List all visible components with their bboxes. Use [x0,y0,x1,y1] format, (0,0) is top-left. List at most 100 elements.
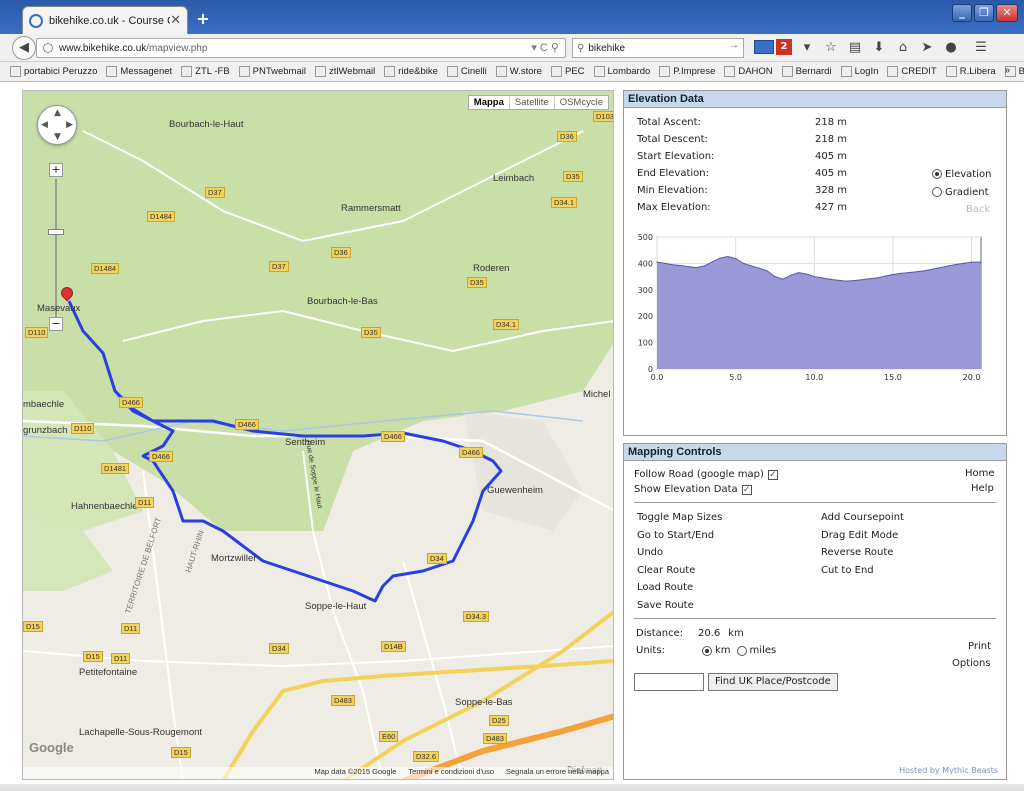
radio-gradient-circle[interactable] [932,187,942,197]
action-toggle-map-sizes[interactable]: Toggle Map Sizes [637,512,722,523]
stat-label: Start Elevation: [637,151,715,162]
radio-elevation[interactable]: Elevation [932,165,991,183]
bookmarks-more-icon[interactable]: » [1004,65,1010,76]
reading-list-icon[interactable]: ▤ [846,39,864,57]
back-link[interactable]: Back [966,204,990,215]
bookmark-item[interactable]: PEC [550,66,585,77]
bookmark-item[interactable]: Cinelli [446,66,487,77]
action-reverse-route[interactable]: Reverse Route [821,547,893,558]
bookmark-item[interactable]: Bernardi [781,66,832,77]
menu-icon[interactable]: ☰ [972,39,990,57]
help-link[interactable]: Help [971,483,994,494]
show-elevation-checkbox[interactable]: ✓ [741,484,752,495]
mail-icon[interactable] [754,40,774,54]
action-go-to-start-end[interactable]: Go to Start/End [637,530,714,541]
options-link[interactable]: Options [952,658,991,669]
toolbar-icons: ▾ ☆ ▤ ⬇ ⌂ ➤ ● ☰ [798,39,990,57]
zoom-in-button[interactable]: + [49,163,63,177]
action-add-coursepoint[interactable]: Add Coursepoint [821,512,904,523]
new-tab-button[interactable]: + [193,10,213,28]
place-search-input[interactable] [634,673,704,691]
road-number-label: D1484 [147,211,176,222]
elevation-point [876,277,878,279]
elevation-point [939,267,941,269]
find-place-button[interactable]: Find UK Place/Postcode [708,673,838,691]
road-number-label: D15 [171,747,191,758]
unit-miles-circle[interactable] [736,645,747,656]
road-number-label: D34 [427,553,447,564]
road-number-label: D35 [563,171,583,182]
action-save-route[interactable]: Save Route [637,600,694,611]
zoom-slider-knob[interactable] [48,229,64,235]
reload-icon[interactable]: ▾ C ⚲ [531,41,559,54]
dropdown-icon[interactable]: ▾ [798,39,816,57]
download-icon[interactable]: ⬇ [870,39,888,57]
send-icon[interactable]: ➤ [918,39,936,57]
bookmark-item[interactable]: DAHON [724,66,773,77]
follow-road-checkbox[interactable]: ✓ [767,469,778,480]
action-cut-to-end[interactable]: Cut to End [821,565,874,576]
pan-down-icon[interactable]: ▼ [54,132,61,142]
action-undo[interactable]: Undo [637,547,663,558]
elevation-point [853,280,855,282]
home-link[interactable]: Home [965,468,995,479]
action-drag-edit-mode[interactable]: Drag Edit Mode [821,530,898,541]
back-button[interactable]: ◀ [12,36,36,60]
pan-left-icon[interactable]: ◀ [41,120,48,130]
bookmark-item[interactable]: ztlWebmail [314,66,375,77]
elevation-point [805,273,807,275]
bookmark-icon [446,66,458,77]
url-bar[interactable]: www.bikehike.co.uk/mapview.php ▾ C ⚲ [36,38,566,58]
chat-icon[interactable]: ● [942,39,960,57]
action-load-route[interactable]: Load Route [637,582,693,593]
unit-km-circle[interactable] [702,645,712,656]
browser-tab[interactable]: bikehike.co.uk - Course Creator ✕ [22,6,188,34]
map-type-mappa[interactable]: Mappa [469,96,509,109]
pan-up-icon[interactable]: ▲ [54,108,61,118]
map-footer-link[interactable]: Segnala un errore nella mappa [506,767,609,779]
bookmark-item[interactable]: R.Libera [945,66,996,77]
close-window-button[interactable]: ✕ [996,4,1018,22]
bookmark-item[interactable]: Messagenet [106,66,172,77]
radio-elevation-circle[interactable] [932,169,942,179]
road-number-label: D34.1 [493,319,520,330]
home-icon[interactable]: ⌂ [894,39,912,57]
pan-control[interactable]: ▲ ▼ ◀ ▶ [37,105,77,145]
bookmark-icon [106,66,118,77]
bookmark-item[interactable]: portabici Peruzzo [10,66,97,77]
bookmark-item[interactable]: ZTL -FB [181,66,230,77]
close-tab-icon[interactable]: ✕ [170,13,181,28]
pan-right-icon[interactable]: ▶ [66,120,73,130]
road-number-label: D103 [593,111,613,122]
road-number-label: D15 [23,621,43,632]
bookmark-item[interactable]: Lombardo [593,66,650,77]
bookmark-item[interactable]: PNTwebmail [238,66,306,77]
action-clear-route[interactable]: Clear Route [637,565,695,576]
bookmark-item[interactable]: ride&bike [384,66,438,77]
search-input[interactable]: ⚲ bikehike → [572,38,744,58]
bookmark-item[interactable]: W.store [495,66,542,77]
map[interactable]: Mappa Satellite OSMcycle ▲ ▼ ◀ ▶ + − Bourb… [22,90,614,780]
map-type-osmcycle[interactable]: OSMcycle [553,96,608,109]
bookmark-item[interactable]: CREDIT [887,66,937,77]
follow-road-row: Follow Road (google map) ✓ [634,469,778,480]
place-label: Bourbach-le-Bas [307,296,378,307]
unit-miles-radio[interactable]: miles [736,645,776,656]
print-link[interactable]: Print [968,641,991,652]
title-bar: bikehike.co.uk - Course Creator ✕ + _ ❐ … [0,0,1024,34]
zoom-slider[interactable] [55,179,57,319]
minimize-button[interactable]: _ [952,4,972,22]
map-footer-link[interactable]: Termini e condizioni d'uso [408,767,494,779]
radio-gradient[interactable]: Gradient [932,183,991,201]
bookmark-item[interactable]: P.Imprese [659,66,715,77]
elevation-panel: Elevation Data Total Ascent: 218 m Total D… [623,90,1007,436]
road-number-label: D483 [483,733,507,744]
map-type-satellite[interactable]: Satellite [508,96,554,109]
search-go-icon[interactable]: → [729,40,739,51]
unit-km-radio[interactable]: km [702,645,731,656]
star-icon[interactable]: ☆ [822,39,840,57]
bookmark-item[interactable]: LogIn [840,66,878,77]
maximize-button[interactable]: ❐ [974,4,994,22]
zoom-out-button[interactable]: − [49,317,63,331]
bookmark-icon [10,66,21,77]
